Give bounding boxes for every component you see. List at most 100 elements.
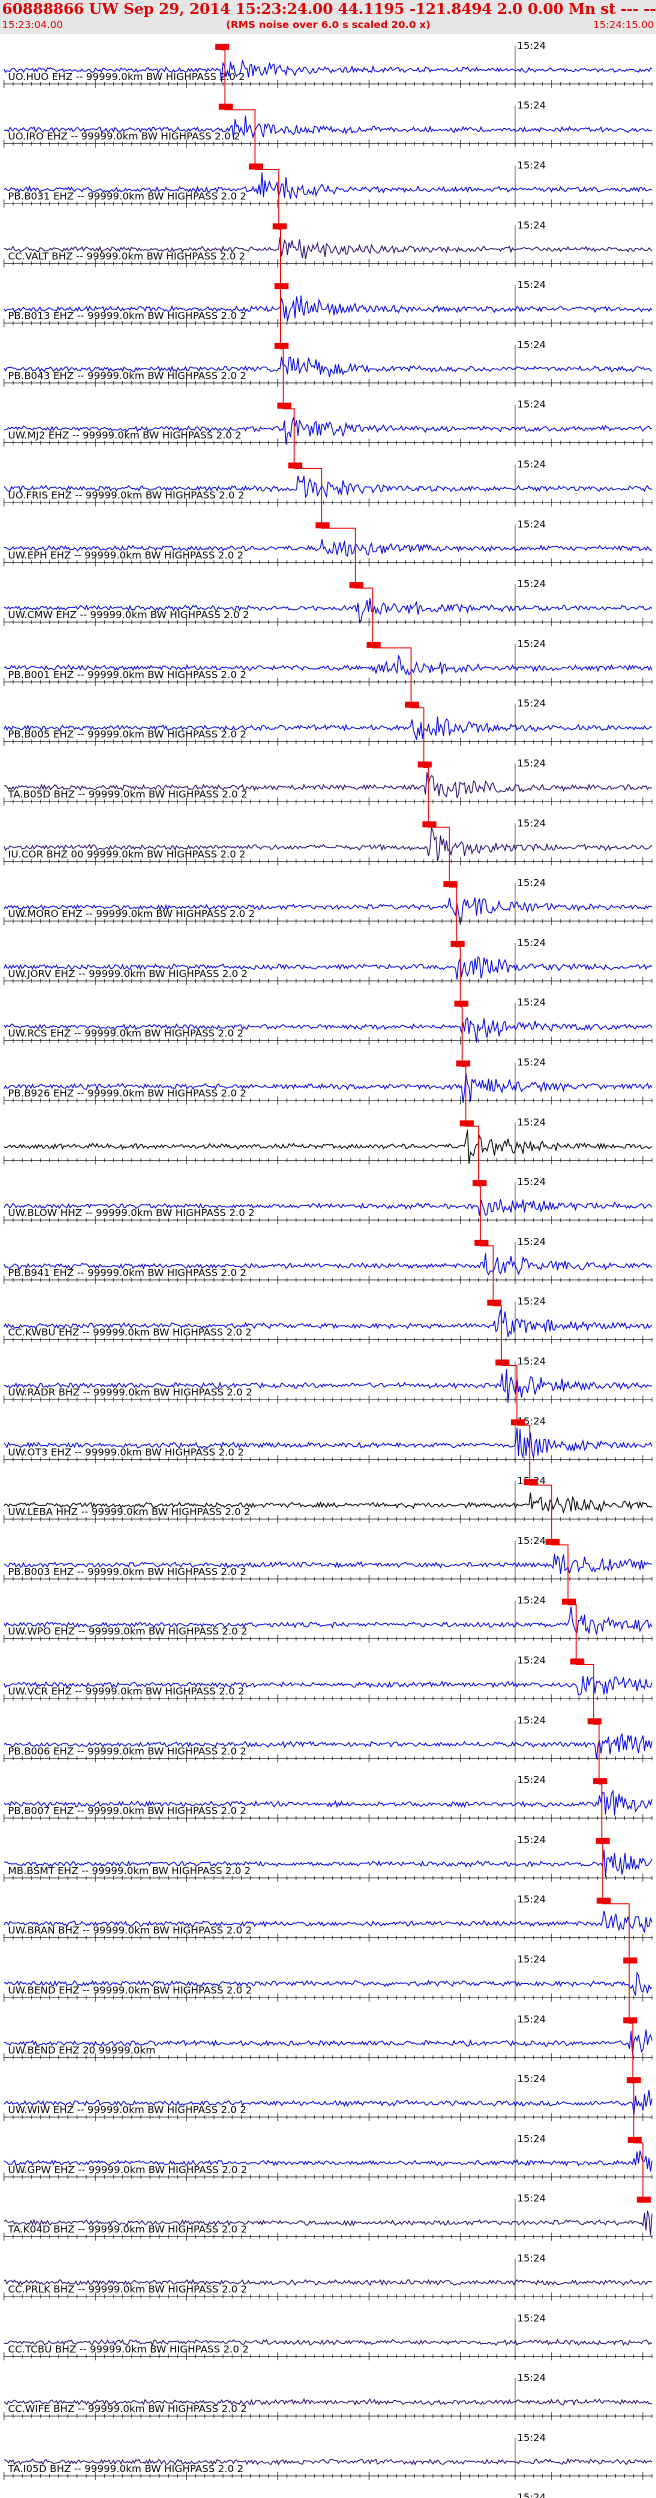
channel-label: PB.B007 EHZ -- 99999.0km BW HIGHPASS 2.0… <box>8 1806 246 1817</box>
channel-label: UW.JORV EHZ -- 99999.0km BW HIGHPASS 2.0… <box>8 969 248 980</box>
event-title: 60888866 UW Sep 29, 2014 15:23:24.00 44.… <box>2 0 656 18</box>
channel-label: PB.B005 EHZ -- 99999.0km BW HIGHPASS 2.0… <box>8 730 246 741</box>
pick-flag <box>274 283 289 290</box>
channel-label: CC.WIFE BHZ -- 99999.0km BW HIGHPASS 2.0… <box>8 2404 247 2415</box>
channel-trace: 15:24 PB.B007 EHZ -- 99999.0km BW HIGHPAS… <box>3 1775 653 1823</box>
pick-flag <box>274 342 289 349</box>
channel-trace: 15:24 TA.B05D BHZ -- 99999.0km BW HIGHPAS… <box>3 759 653 806</box>
pick-flag <box>636 2196 651 2203</box>
channel-label: TA.B05D BHZ -- 99999.0km BW HIGHPASS 2.0… <box>7 790 247 801</box>
minute-marker-label: 15:24 <box>517 2254 546 2265</box>
pick-flag <box>472 1180 487 1187</box>
minute-marker-label: 15:24 <box>517 639 546 650</box>
channel-trace: 15:24 UW.MORO EHZ -- 99999.0km BW HIGHPAS… <box>3 878 653 926</box>
pick-flag <box>570 1658 585 1665</box>
minute-marker-label: 15:24 <box>517 1177 546 1188</box>
channel-label: PB.B001 EHZ -- 99999.0km BW HIGHPASS 2.0… <box>8 670 246 681</box>
minute-marker-label: 15:24 <box>517 1297 546 1308</box>
pick-flag <box>523 1479 538 1486</box>
channel-trace: 15:24 CC.PRLK BHZ -- 99999.0km BW HIGHPAS… <box>3 2254 653 2301</box>
channel-trace: 15:24 PB.B001 EHZ -- 99999.0km BW HIGHPAS… <box>3 639 653 686</box>
pick-flag <box>595 1837 610 1844</box>
minute-marker-label: 15:24 <box>517 101 546 112</box>
channel-trace: 15:24 UO.HUO EHZ -- 99999.0km BW HIGHPASS… <box>3 41 653 88</box>
channel-label: UW.MORO EHZ -- 99999.0km BW HIGHPASS 2.0… <box>8 909 255 920</box>
minute-marker-label: 15:24 <box>517 1536 546 1547</box>
minute-marker-label: 15:24 <box>517 2074 546 2085</box>
channel-trace: 15:24UW.OT3 EHZ -- 99999.0km BW HIGHPASS… <box>3 1416 653 1464</box>
channel-trace: 15:24 PB.B006 EHZ -- 99999.0km BW HIGHPAS… <box>3 1715 653 1763</box>
channel-trace: 15:24 UW.WIW EHZ -- 99999.0km BW HIGHPASS… <box>3 2074 653 2122</box>
channel-label: UW.WIW EHZ -- 99999.0km BW HIGHPASS 2.0 … <box>8 2105 246 2116</box>
minute-marker-label: 15:24 <box>517 938 546 949</box>
channel-trace: 15:24 PB.B003 EHZ -- 99999.0km BW HIGHPAS… <box>3 1536 653 1583</box>
channel-label: CC.VALT BHZ -- 99999.0km BW HIGHPASS 2.0… <box>8 251 245 262</box>
channel-label: PB.B006 EHZ -- 99999.0km BW HIGHPASS 2.0… <box>8 1746 246 1757</box>
pick-flag <box>487 1299 502 1306</box>
pick-flag <box>450 940 465 947</box>
pick-flag <box>405 701 420 708</box>
minute-marker-label: 15:24 <box>517 699 546 710</box>
channel-trace: 15:24 MB.BSMT EHZ -- 99999.0km BW HIGHPAS… <box>3 1835 653 1882</box>
channel-trace: 15:24 PB.B043 EHZ -- 99999.0km BW HIGHPAS… <box>3 340 653 387</box>
channel-label: UO.IRO EHZ -- 99999.0km BW HIGHPASS 2.0 … <box>8 132 240 143</box>
pick-line <box>221 49 644 2203</box>
minute-marker-label: 15:24 <box>517 579 546 590</box>
channel-label: PB.B043 EHZ -- 99999.0km BW HIGHPASS 2.0… <box>8 371 246 382</box>
channel-label: UW.BEND EHZ 20 99999.0km <box>8 2045 155 2056</box>
minute-marker-label: 15:24 <box>517 220 546 231</box>
channel-label: UW.MJ2 EHZ -- 99999.0km BW HIGHPASS 2.0 … <box>8 431 242 442</box>
minute-marker-label: 15:24 <box>517 818 546 829</box>
seismogram-plot: 15:24 UO.HUO EHZ -- 99999.0km BW HIGHPASS… <box>3 41 653 2498</box>
pick-flag <box>587 1718 602 1725</box>
channel-label: UW.BEND EHZ -- 99999.0km BW HIGHPASS 2.0… <box>8 1986 252 1997</box>
pick-flag <box>562 1598 577 1605</box>
channel-trace: 15:24 CC.WIFE BHZ -- 99999.0km BW HIGHPAS… <box>3 2373 653 2421</box>
minute-marker-label: 15:24 <box>517 519 546 530</box>
channel-label: PB.B941 EHZ -- 99999.0km BW HIGHPASS 2.0… <box>8 1268 246 1279</box>
channel-label: UO.HUO EHZ -- 99999.0km BW HIGHPASS 2.0 … <box>8 72 245 83</box>
minute-marker-label: 15:24 <box>517 1715 546 1726</box>
channel-trace: 15:24 UO.IRO EHZ -- 99999.0km BW HIGHPASS… <box>3 101 653 148</box>
pick-flag <box>443 881 458 888</box>
channel-trace: 15:24 UW.EPH EHZ -- 99999.0km BW HIGHPASS… <box>3 519 653 567</box>
channel-trace: 15:24 TA.K04D BHZ -- 99999.0km BW HIGHPAS… <box>3 2194 653 2241</box>
minute-marker-label: 15:24 <box>517 1895 546 1906</box>
end-time: 15:24:15.00 <box>593 20 654 31</box>
channel-trace: 15:24UW.LEBA HHZ -- 99999.0km BW HIGHPAS… <box>3 1476 653 1524</box>
pick-flag <box>545 1538 560 1545</box>
channel-label: UW.WPO EHZ -- 99999.0km BW HIGHPASS 2.0 … <box>8 1627 247 1638</box>
pick-flag <box>248 163 263 170</box>
channel-trace: 15:24 CC.VALT BHZ -- 99999.0km BW HIGHPAS… <box>3 220 653 268</box>
channel-trace: 15:24 UW.BRAN BHZ -- 99999.0km BW HIGHPAS… <box>3 1895 653 1942</box>
pick-flag <box>417 761 432 768</box>
channel-label: TA.I05D BHZ -- 99999.0km BW HIGHPASS 2.0… <box>7 2464 243 2475</box>
pick-flag <box>474 1239 489 1246</box>
pick-flag <box>510 1419 525 1426</box>
minute-marker-label: 15:24 <box>517 161 546 172</box>
channel-trace: 15:24 UO.FRIS EHZ -- 99999.0km BW HIGHPAS… <box>3 460 653 507</box>
channel-trace: 15:24 UW.JORV EHZ -- 99999.0km BW HIGHPAS… <box>3 938 653 985</box>
channel-trace: 15:24 UW.RCS EHZ -- 99999.0km BW HIGHPASS… <box>3 998 653 1045</box>
channel-trace: 15:24 UW.BLOW HHZ -- 99999.0km BW HIGHPAS… <box>3 1177 653 1225</box>
channel-label: TA.K04D BHZ -- 99999.0km BW HIGHPASS 2.0… <box>7 2225 247 2236</box>
pick-flag <box>349 582 364 589</box>
channel-trace: 15:24 <box>3 1117 653 1165</box>
channel-label: UW.CMW EHZ -- 99999.0km BW HIGHPASS 2.0 … <box>8 610 249 621</box>
pick-flag <box>626 2077 641 2084</box>
minute-marker-label: 15:24 <box>517 2373 546 2384</box>
channel-trace: 15:24 PB.B031 EHZ -- 99999.0km BW HIGHPAS… <box>3 161 653 208</box>
minute-marker-label: 15:24 <box>517 1835 546 1846</box>
channel-label: MB.BSMT EHZ -- 99999.0km BW HIGHPASS 2.0… <box>8 1866 251 1877</box>
minute-marker-label: 15:24 <box>517 41 546 52</box>
channel-trace: 15:24 UW.VCR EHZ -- 99999.0km BW HIGHPASS… <box>3 1656 653 1703</box>
minute-marker-label: 15:24 <box>517 2014 546 2025</box>
minute-marker-label: 15:24 <box>517 400 546 411</box>
channel-label: CC.KWBU EHZ -- 99999.0km BW HIGHPASS 2.0… <box>8 1328 252 1339</box>
minute-marker-label: 15:24 <box>517 2313 546 2324</box>
record-header: 60888866 UW Sep 29, 2014 15:23:24.00 44.… <box>0 0 656 34</box>
channel-label: PB.B013 EHZ -- 99999.0km BW HIGHPASS 2.0… <box>8 311 246 322</box>
minute-marker-label: 15:24 <box>517 1955 546 1966</box>
minute-marker-label: 15:24 <box>517 1237 546 1248</box>
minute-marker-label: 15:24 <box>517 460 546 471</box>
